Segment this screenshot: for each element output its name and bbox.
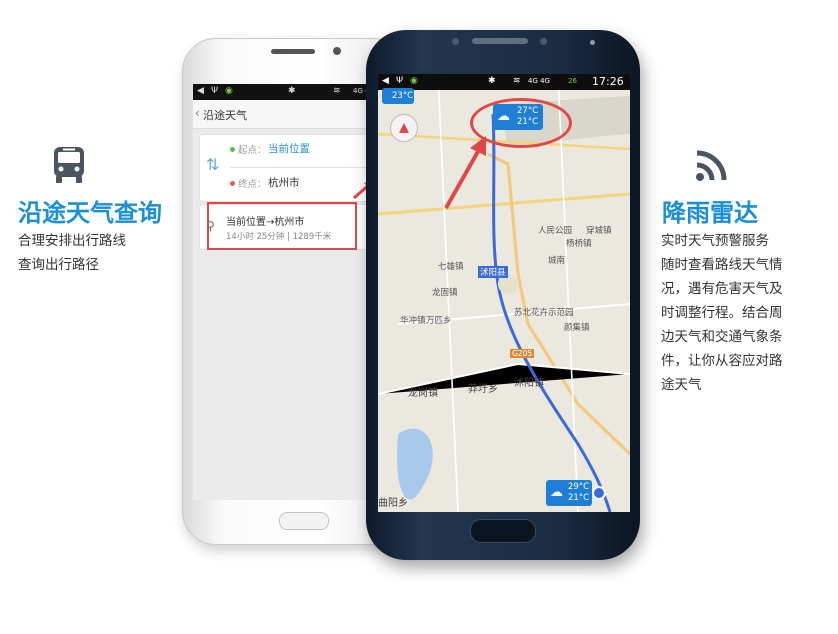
start-value[interactable]: 当前位置 [268, 141, 310, 156]
map-label: 莽圩乡 [468, 384, 498, 395]
weather-chip-top[interactable]: 23°C [382, 88, 414, 104]
front-camera [333, 47, 341, 55]
signal-icon [695, 148, 729, 182]
weather-chip-bottom[interactable]: ☁ 29°C 21°C [546, 480, 592, 506]
map-label: 龙岗镇 [408, 388, 438, 399]
left-feature-description: 合理安排出行路线 查询出行路径 [18, 229, 126, 277]
map-label: 城南 [548, 256, 566, 266]
left-feature-line: 合理安排出行路线 [18, 233, 126, 249]
back-arrow-icon: ◀ [197, 86, 204, 96]
bus-icon [51, 146, 87, 184]
usb-icon: Ψ [396, 76, 404, 86]
network-signal: 4G 4G [528, 77, 550, 85]
map-label: 颜集镇 [564, 323, 590, 333]
left-feature-title: 沿途天气查询 [18, 199, 162, 227]
map-label: 穿城镇 [586, 226, 612, 236]
status-bar: ◀ Ψ ◉ ✱ ≋ 4G 4G 26 17:26 [378, 74, 630, 90]
map-label: 人民公园 [538, 226, 573, 236]
front-camera [452, 38, 459, 45]
swap-icon[interactable]: ⇅ [206, 155, 219, 174]
home-button[interactable] [470, 519, 536, 543]
map-label: 苏北花卉示范园 [514, 308, 574, 318]
map-label: 曲阳乡 [378, 498, 408, 509]
speaker-grille [271, 49, 315, 54]
left-feature-line: 查询出行路径 [18, 257, 99, 273]
chip-high-temp: 29°C [568, 482, 590, 492]
right-feature-line: 时调整行程。结合周 [661, 305, 783, 321]
right-feature-line: 实时天气预警服务 [661, 233, 769, 249]
sensor-dot [590, 40, 595, 45]
end-value[interactable]: 杭州市 [268, 175, 300, 190]
battery-level: 26 [568, 77, 577, 85]
usb-icon: Ψ [211, 86, 219, 96]
right-feature-line: 况，遇有危害天气及 [661, 281, 783, 297]
sync-icon: ◉ [225, 86, 233, 96]
right-feature-title: 降雨雷达 [662, 199, 758, 227]
sync-icon: ◉ [410, 76, 418, 86]
white-phone-screen: ◀ Ψ ◉ ✱ ≋ 4G 4G ‹ 沿途天气 ⇅ 起点： 当前位置 终点： 杭州… [193, 84, 393, 500]
map-label: G205 [510, 349, 535, 358]
chip-low-temp: 21°C [568, 493, 590, 503]
bluetooth-icon: ✱ [488, 76, 496, 86]
back-chevron-icon[interactable]: ‹ [195, 106, 200, 120]
bluetooth-icon: ✱ [288, 86, 296, 96]
map-label: 华冲镇 [400, 316, 426, 326]
end-dot-icon [230, 181, 235, 186]
top-chip-temp: 23°C [392, 91, 414, 101]
start-label: 起点： [238, 145, 267, 156]
page-header: ‹ 沿途天气 [193, 100, 393, 129]
compass-icon[interactable] [390, 114, 418, 142]
location-marker-icon [592, 486, 606, 500]
front-camera [540, 38, 547, 45]
map-label: 杨桥镇 [566, 239, 592, 249]
map-label: 万匹乡 [426, 316, 452, 326]
right-feature-line: 随时查看路线天气情 [661, 257, 783, 273]
cloud-icon: ☁ [550, 485, 563, 500]
start-dot-icon [230, 147, 235, 152]
map-label: 沭阳县 [478, 266, 508, 278]
map-label: 七雄镇 [438, 262, 464, 272]
pointer-arrow-icon [444, 136, 486, 209]
right-feature-line: 件，让你从容应对路 [661, 353, 783, 369]
end-label: 终点： [238, 179, 267, 190]
back-arrow-icon: ◀ [382, 76, 389, 86]
wifi-icon: ≋ [513, 76, 521, 86]
status-bar: ◀ Ψ ◉ ✱ ≋ 4G 4G [193, 84, 393, 100]
home-button[interactable] [279, 512, 329, 530]
right-feature-line: 途天气 [661, 377, 702, 393]
status-time: 17:26 [592, 75, 624, 88]
dark-phone-screen: ◀ Ψ ◉ ✱ ≋ 4G 4G 26 17:26 23°C ☁ 27°C 21°… [378, 74, 630, 512]
right-feature-description: 实时天气预警服务 随时查看路线天气情 况，遇有危害天气及 时调整行程。结合周 边… [661, 229, 783, 397]
highlight-box [207, 202, 357, 250]
page-title: 沿途天气 [203, 109, 247, 122]
divider [230, 167, 380, 168]
right-feature-line: 边天气和交通气象条 [661, 329, 783, 345]
wifi-icon: ≋ [333, 86, 341, 96]
map-label: 龙固镇 [432, 288, 458, 298]
map-label: 沭阳镇 [514, 378, 544, 389]
speaker-grille [472, 38, 528, 44]
